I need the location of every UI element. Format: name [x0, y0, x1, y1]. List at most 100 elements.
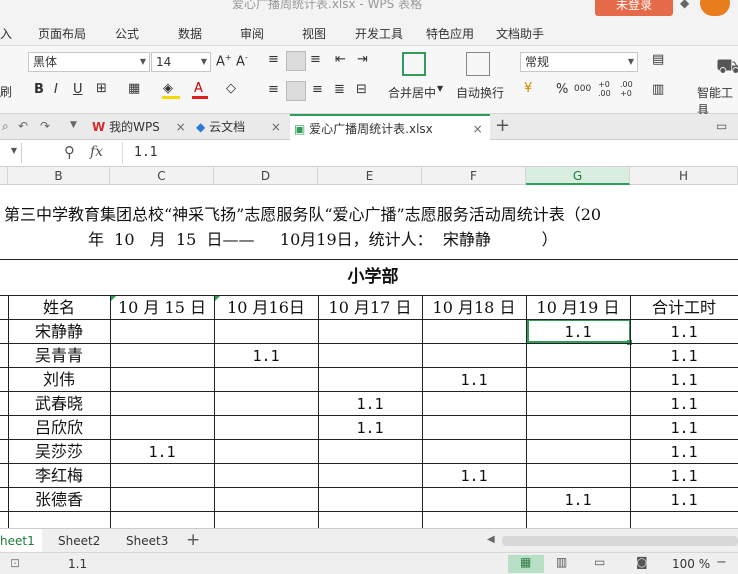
- hours-cell[interactable]: [318, 440, 422, 464]
- hours-cell[interactable]: [526, 344, 630, 368]
- header-cell[interactable]: 10 月17 日: [318, 296, 422, 320]
- increase-decimal-icon[interactable]: +0 .00: [598, 80, 611, 98]
- tab-current-file[interactable]: ▣ 爱心广播周统计表.xlsx ×: [290, 114, 490, 140]
- close-icon[interactable]: ×: [473, 122, 483, 136]
- header-cell[interactable]: 10 月19 日: [526, 296, 630, 320]
- header-cell[interactable]: 10 月16日: [214, 296, 318, 320]
- hours-cell[interactable]: [318, 344, 422, 368]
- align-center-icon[interactable]: [286, 81, 306, 101]
- align-top-icon[interactable]: ≡: [268, 52, 279, 67]
- close-icon[interactable]: ×: [176, 120, 186, 134]
- hours-cell[interactable]: 1.1: [526, 320, 630, 344]
- sheet-title-line1[interactable]: 第三中学教育集团总校“神采飞扬”志愿服务队“爱心广播”志愿服务活动周统计表（20: [4, 201, 601, 225]
- menu-formula[interactable]: 公式: [115, 25, 139, 42]
- hours-cell[interactable]: 1.1: [214, 344, 318, 368]
- hours-cell[interactable]: [214, 368, 318, 392]
- format-painter-label[interactable]: 刷: [0, 83, 12, 100]
- name-cell[interactable]: 刘伟: [8, 368, 110, 392]
- header-cell[interactable]: 姓名: [8, 296, 110, 320]
- sheet-tab-1[interactable]: heet1: [0, 529, 42, 553]
- name-cell[interactable]: 宋静静: [8, 320, 110, 344]
- smart-tools-icon[interactable]: ⛟: [716, 54, 738, 81]
- merge-center-icon[interactable]: [402, 52, 426, 76]
- login-button[interactable]: 未登录: [595, 0, 673, 16]
- bold-icon[interactable]: B: [34, 82, 44, 97]
- hours-cell[interactable]: [214, 416, 318, 440]
- sheet-tab-2[interactable]: Sheet2: [58, 529, 100, 553]
- header-cell[interactable]: 合计工时: [630, 296, 738, 320]
- hours-cell[interactable]: 1.1: [318, 416, 422, 440]
- column-header-f[interactable]: F: [422, 167, 526, 185]
- redo-icon[interactable]: ↷: [40, 119, 50, 133]
- hours-cell[interactable]: [422, 392, 526, 416]
- section-header[interactable]: 小学部: [8, 265, 738, 289]
- menu-special[interactable]: 特色应用: [426, 25, 474, 42]
- total-cell[interactable]: 1.1: [630, 464, 738, 488]
- font-color-icon[interactable]: A: [194, 81, 203, 96]
- zoom-formula-icon[interactable]: ⚲: [64, 143, 75, 161]
- number-format-select[interactable]: 常规 ▼: [520, 52, 638, 72]
- hours-cell[interactable]: [526, 440, 630, 464]
- fill-color-icon[interactable]: ◈: [163, 81, 173, 96]
- hours-cell[interactable]: [318, 320, 422, 344]
- merge-center-label[interactable]: 合并居中: [388, 84, 436, 101]
- hours-cell[interactable]: 1.1: [318, 392, 422, 416]
- column-header-g[interactable]: G: [526, 167, 630, 185]
- hours-cell[interactable]: [110, 416, 214, 440]
- hours-cell[interactable]: 1.1: [422, 368, 526, 392]
- sheet-tab-3[interactable]: Sheet3: [126, 529, 168, 553]
- hours-cell[interactable]: [214, 392, 318, 416]
- column-header-c[interactable]: C: [110, 167, 214, 185]
- smart-tools-label[interactable]: 智能工具: [697, 84, 738, 118]
- hours-cell[interactable]: [318, 368, 422, 392]
- name-cell[interactable]: 吴莎莎: [8, 440, 110, 464]
- percent-icon[interactable]: %: [556, 82, 568, 97]
- tab-my-wps[interactable]: W 我的WPS ×: [88, 114, 190, 140]
- hours-cell[interactable]: [318, 488, 422, 512]
- align-right-icon[interactable]: ≡: [312, 82, 323, 97]
- horizontal-scrollbar[interactable]: [502, 536, 738, 546]
- total-cell[interactable]: 1.1: [630, 368, 738, 392]
- page-layout-view-icon[interactable]: ▭: [594, 555, 605, 569]
- conditional-format-icon[interactable]: ▥: [652, 82, 664, 97]
- total-cell[interactable]: 1.1: [630, 440, 738, 464]
- font-name-select[interactable]: 黑体 ▼: [28, 52, 150, 72]
- justify-icon[interactable]: ≣: [334, 82, 345, 97]
- name-cell[interactable]: 张德香: [8, 488, 110, 512]
- hours-cell[interactable]: [422, 320, 526, 344]
- fx-icon[interactable]: fx: [90, 144, 103, 160]
- hours-cell[interactable]: [422, 344, 526, 368]
- hours-cell[interactable]: [526, 368, 630, 392]
- column-header-b[interactable]: B: [8, 167, 110, 185]
- hours-cell[interactable]: 1.1: [422, 464, 526, 488]
- hours-cell[interactable]: [214, 464, 318, 488]
- undo-icon[interactable]: ↶: [18, 119, 28, 133]
- hours-cell[interactable]: [422, 488, 526, 512]
- distributed-icon[interactable]: ⊟: [356, 82, 367, 97]
- hours-cell[interactable]: [526, 416, 630, 440]
- wrap-text-icon[interactable]: [466, 52, 490, 76]
- window-mode-icon[interactable]: ▭: [716, 119, 727, 133]
- column-header-d[interactable]: D: [214, 167, 318, 185]
- hours-cell[interactable]: [526, 464, 630, 488]
- total-cell[interactable]: 1.1: [630, 392, 738, 416]
- name-cell[interactable]: 吴青青: [8, 344, 110, 368]
- name-cell[interactable]: 李红梅: [8, 464, 110, 488]
- page-break-view-icon[interactable]: ▥: [556, 555, 567, 569]
- add-tab-button[interactable]: +: [495, 115, 510, 136]
- underline-icon[interactable]: U: [73, 82, 83, 97]
- hours-cell[interactable]: [318, 464, 422, 488]
- currency-icon[interactable]: ¥: [524, 81, 532, 96]
- hours-cell[interactable]: [422, 440, 526, 464]
- menu-page-layout[interactable]: 页面布局: [38, 25, 86, 42]
- wrap-text-label[interactable]: 自动换行: [456, 84, 504, 101]
- decrease-decimal-icon[interactable]: .00 +0: [620, 80, 633, 98]
- name-box[interactable]: ▼: [0, 143, 22, 163]
- reading-mode-icon[interactable]: ◙: [636, 555, 648, 569]
- close-icon[interactable]: ×: [271, 120, 281, 134]
- cell-style-icon[interactable]: ▦: [128, 81, 140, 96]
- menu-view[interactable]: 视图: [302, 25, 326, 42]
- hours-cell[interactable]: [214, 440, 318, 464]
- menu-data[interactable]: 数据: [178, 25, 202, 42]
- hours-cell[interactable]: [214, 320, 318, 344]
